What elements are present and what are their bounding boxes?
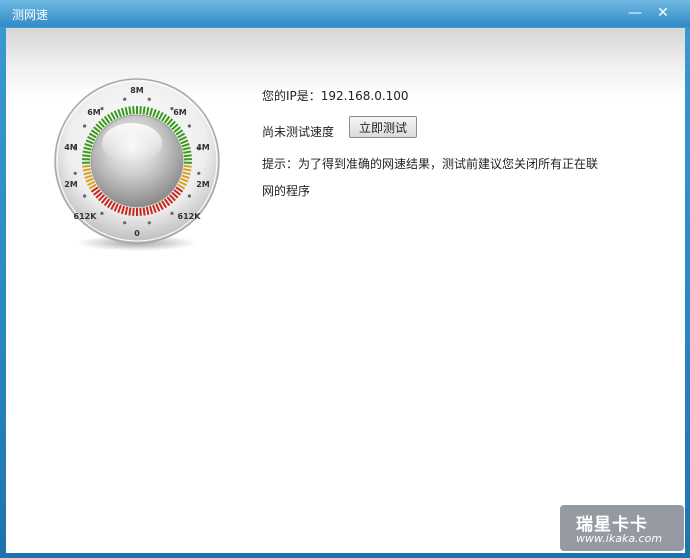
close-button[interactable]: ✕ (652, 3, 674, 23)
minimize-button[interactable]: — (624, 3, 646, 23)
gauge-dot (170, 211, 174, 215)
gauge-tick (128, 207, 132, 216)
gauge-tick (132, 106, 135, 115)
gauge-tick (132, 207, 135, 216)
watermark-url: www.ikaka.com (576, 532, 663, 545)
start-test-button[interactable]: 立即测试 (349, 116, 417, 138)
gauge-dot (123, 97, 127, 101)
gauge-label-bottom: 0 (134, 229, 140, 238)
gauge-tick (82, 154, 91, 158)
gauge-dot (100, 211, 104, 215)
gauge-tick (139, 207, 142, 216)
gauge-tick (82, 150, 91, 154)
gauge-label-mid-right: 4M (196, 143, 210, 152)
gauge-label-upper-right: 6M (173, 108, 187, 117)
gauge-glass-shine (102, 123, 162, 163)
gauge-dot (100, 107, 104, 111)
gauge-label-lower-right: 2M (196, 180, 210, 189)
tip-text: 提示：为了得到准确的网速结果，测试前建议您关闭所有正在联网的程序 (262, 157, 599, 198)
gauge-label-bottom-right: 612K (178, 212, 202, 221)
gauge-dot (123, 221, 127, 225)
watermark-logo: 瑞星卡卡 www.ikaka.com (560, 505, 684, 551)
gauge-label-bottom-left: 612K (74, 212, 98, 221)
gauge-tick (183, 150, 192, 154)
window-title: 测网速 (12, 8, 49, 22)
gauge-dot (187, 124, 191, 128)
gauge-tick (183, 164, 192, 168)
gauge-dot (147, 97, 151, 101)
content-area: 8M 6M 6M 4M 4M 2M 2M 612K 612K 0 您的IP是：1… (6, 28, 685, 553)
gauge-dot (73, 171, 77, 175)
ip-address-text: 您的IP是：192.168.0.100 (262, 89, 409, 103)
gauge-dot (83, 194, 87, 198)
gauge-tick (128, 106, 132, 115)
gauge-label-upper-left: 6M (87, 108, 101, 117)
title-bar[interactable]: 测网速 — ✕ (0, 0, 690, 27)
gauge-dot (187, 194, 191, 198)
gauge-tick (139, 106, 142, 115)
gauge-dot (83, 124, 87, 128)
gauge-dot (147, 221, 151, 225)
gauge-tick (142, 207, 146, 216)
gauge-tick (183, 168, 192, 172)
test-status-text: 尚未测试速度 (262, 125, 335, 139)
gauge-dot (197, 171, 201, 175)
speed-test-window: 测网速 — ✕ 8M 6M 6M 4M 4M 2M 2M 612K 612K 0… (0, 0, 690, 558)
gauge-label-lower-left: 2M (64, 180, 78, 189)
gauge-tick (82, 168, 91, 172)
gauge-tick (142, 106, 146, 115)
gauge-tick (183, 154, 192, 158)
gauge-label-top: 8M (130, 86, 144, 95)
speed-gauge: 8M 6M 6M 4M 4M 2M 2M 612K 612K 0 (54, 78, 220, 251)
gauge-label-mid-left: 4M (64, 143, 78, 152)
gauge-tick (82, 164, 91, 168)
